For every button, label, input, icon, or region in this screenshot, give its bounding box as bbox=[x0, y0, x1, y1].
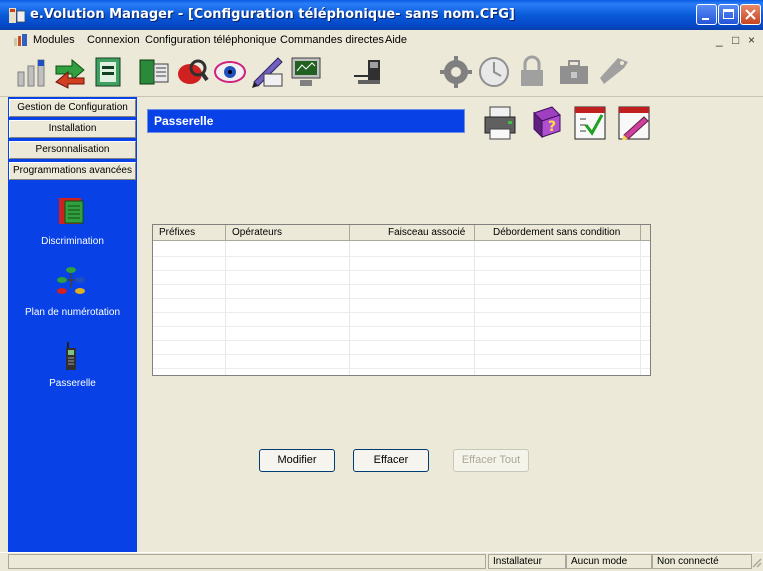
gear-icon[interactable] bbox=[438, 54, 474, 90]
menu-configuration-telephonique[interactable]: Configuration téléphonique bbox=[145, 34, 277, 46]
menu-connexion[interactable]: Connexion bbox=[87, 34, 140, 46]
monitor-icon[interactable] bbox=[288, 54, 324, 90]
toolbox-icon[interactable] bbox=[556, 54, 592, 90]
maximize-button[interactable] bbox=[718, 4, 739, 25]
mdi-close-icon[interactable]: × bbox=[748, 33, 755, 47]
delete-button[interactable]: Effacer bbox=[353, 449, 429, 472]
status-mode: Aucun mode bbox=[566, 554, 652, 569]
tag-icon[interactable] bbox=[596, 54, 632, 90]
edit-note-icon[interactable] bbox=[616, 103, 652, 143]
book-icon bbox=[59, 198, 84, 224]
document-icon[interactable] bbox=[14, 34, 28, 46]
search-icon[interactable] bbox=[174, 54, 210, 90]
nav-label-plan-de-numerotation: Plan de numérotation bbox=[24, 307, 121, 318]
app-icon bbox=[9, 8, 25, 23]
table-row-divider bbox=[153, 256, 650, 257]
close-icon bbox=[745, 9, 756, 20]
table-row-divider bbox=[153, 298, 650, 299]
nav-label-discrimination: Discrimination bbox=[41, 236, 104, 247]
status-user: Installateur bbox=[488, 554, 566, 569]
connect-icon[interactable] bbox=[350, 54, 386, 90]
table-row-divider bbox=[153, 284, 650, 285]
menu-aide[interactable]: Aide bbox=[385, 34, 407, 46]
table-row-divider bbox=[153, 368, 650, 369]
delete-all-button[interactable]: Effacer Tout bbox=[453, 449, 529, 472]
minimize-button[interactable] bbox=[696, 4, 717, 25]
column-divider bbox=[474, 241, 475, 375]
column-divider bbox=[640, 241, 641, 375]
column-header-debordement[interactable]: Débordement sans condition bbox=[475, 225, 641, 241]
lock-icon[interactable] bbox=[514, 54, 550, 90]
nav-label-passerelle: Passerelle bbox=[49, 378, 96, 389]
printer-icon[interactable] bbox=[482, 103, 518, 143]
page-title: Passerelle bbox=[154, 114, 214, 128]
window-title: e.Volution Manager - [Configuration télé… bbox=[30, 7, 515, 22]
mdi-restore-icon[interactable]: □ bbox=[732, 33, 739, 47]
table-row-divider bbox=[153, 312, 650, 313]
tab-gestion-de-configuration[interactable]: Gestion de Configuration bbox=[9, 99, 136, 117]
phone-book-icon[interactable] bbox=[90, 54, 126, 90]
table-row-divider bbox=[153, 354, 650, 355]
svg-text:?: ? bbox=[548, 119, 556, 135]
menu-commandes-directes[interactable]: Commandes directes bbox=[280, 34, 384, 46]
gateway-phone-icon bbox=[66, 342, 76, 370]
close-button[interactable] bbox=[740, 4, 761, 25]
column-header-operateurs[interactable]: Opérateurs bbox=[226, 225, 350, 241]
modify-button[interactable]: Modifier bbox=[259, 449, 335, 472]
menu-modules[interactable]: Modules bbox=[33, 34, 75, 46]
configure-icon[interactable] bbox=[136, 54, 172, 90]
minimize-icon bbox=[702, 18, 709, 20]
maximize-icon bbox=[723, 9, 734, 19]
transfer-icon[interactable] bbox=[52, 54, 88, 90]
view-icon[interactable] bbox=[212, 54, 248, 90]
column-divider bbox=[225, 241, 226, 375]
table-row-divider bbox=[153, 270, 650, 271]
column-header-prefixes[interactable]: Préfixes bbox=[153, 225, 226, 241]
tab-personnalisation[interactable]: Personnalisation bbox=[9, 141, 136, 159]
validate-icon[interactable] bbox=[572, 103, 608, 143]
clock-icon[interactable] bbox=[476, 54, 512, 90]
prefix-table[interactable]: Préfixes Opérateurs Faisceau associé Déb… bbox=[152, 224, 651, 376]
table-row-divider bbox=[153, 340, 650, 341]
column-header-spacer bbox=[641, 225, 650, 241]
tab-installation[interactable]: Installation bbox=[9, 120, 136, 138]
table-row-divider bbox=[153, 326, 650, 327]
column-header-faisceau-associe[interactable]: Faisceau associé bbox=[350, 225, 475, 241]
tab-programmations-avancees[interactable]: Programmations avancées bbox=[9, 162, 136, 180]
edit-icon[interactable] bbox=[250, 54, 286, 90]
status-message bbox=[8, 554, 486, 569]
help-icon[interactable]: ? bbox=[528, 103, 564, 143]
status-connection: Non connecté bbox=[652, 554, 752, 569]
mdi-minimize-icon[interactable]: _ bbox=[716, 33, 723, 47]
resize-grip-icon[interactable] bbox=[750, 556, 762, 568]
network-icon[interactable] bbox=[14, 54, 50, 90]
phone-tree-icon bbox=[57, 267, 85, 294]
column-divider bbox=[349, 241, 350, 375]
